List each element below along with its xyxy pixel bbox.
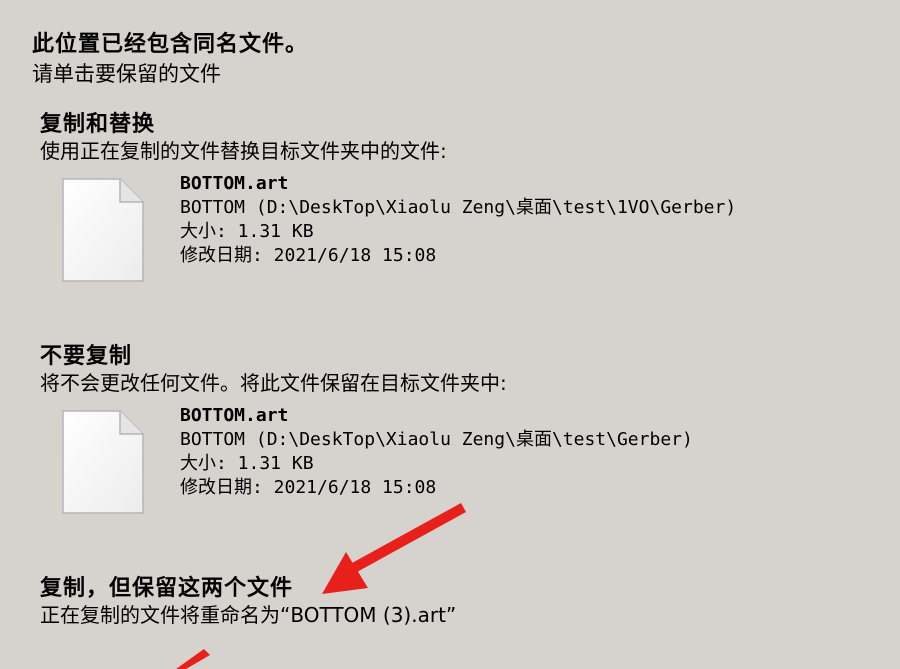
option-title: 不要复制 — [40, 344, 133, 369]
file-info: BOTTOM.art BOTTOM (D:\DeskTop\Xiaolu Zen… — [40, 404, 860, 516]
file-size: 大小: 1.31 KB — [180, 453, 314, 474]
file-details: BOTTOM.art BOTTOM (D:\DeskTop\Xiaolu Zen… — [180, 172, 736, 268]
dialog-title: 此位置已经包含同名文件。 — [32, 32, 309, 57]
option-copy-and-replace[interactable]: 复制和替换 使用正在复制的文件替换目标文件夹中的文件: BOTTOM.art B… — [40, 112, 860, 284]
file-location: BOTTOM (D:\DeskTop\Xiaolu Zeng\桌面\test\1… — [180, 197, 737, 218]
option-title: 复制和替换 — [40, 112, 156, 137]
dialog-instruction: 请单击要保留的文件 — [32, 62, 221, 86]
option-description: 将不会更改任何文件。将此文件保留在目标文件夹中: — [40, 371, 507, 395]
annotation-arrows — [176, 503, 466, 669]
red-arrow-icon — [176, 649, 210, 669]
option-dont-copy[interactable]: 不要复制 将不会更改任何文件。将此文件保留在目标文件夹中: BOTTOM.art… — [40, 344, 860, 516]
file-location: BOTTOM (D:\DeskTop\Xiaolu Zeng\桌面\test\G… — [180, 429, 693, 450]
blank-document-icon — [62, 410, 144, 514]
file-info: BOTTOM.art BOTTOM (D:\DeskTop\Xiaolu Zen… — [40, 172, 860, 284]
blank-document-icon — [62, 178, 144, 282]
file-name: BOTTOM.art — [180, 405, 289, 426]
file-size: 大小: 1.31 KB — [180, 221, 314, 242]
option-title: 复制，但保留这两个文件 — [40, 576, 294, 601]
dialog-header: 此位置已经包含同名文件。 请单击要保留的文件 — [32, 30, 308, 88]
option-copy-keep-both[interactable]: 复制，但保留这两个文件 正在复制的文件将重命名为“BOTTOM (3).art” — [40, 576, 860, 628]
file-details: BOTTOM.art BOTTOM (D:\DeskTop\Xiaolu Zen… — [180, 404, 693, 500]
option-description: 正在复制的文件将重命名为“BOTTOM (3).art” — [40, 603, 457, 627]
file-name: BOTTOM.art — [180, 173, 289, 194]
option-description: 使用正在复制的文件替换目标文件夹中的文件: — [40, 139, 447, 163]
file-modified: 修改日期: 2021/6/18 15:08 — [180, 245, 437, 266]
file-modified: 修改日期: 2021/6/18 15:08 — [180, 477, 437, 498]
